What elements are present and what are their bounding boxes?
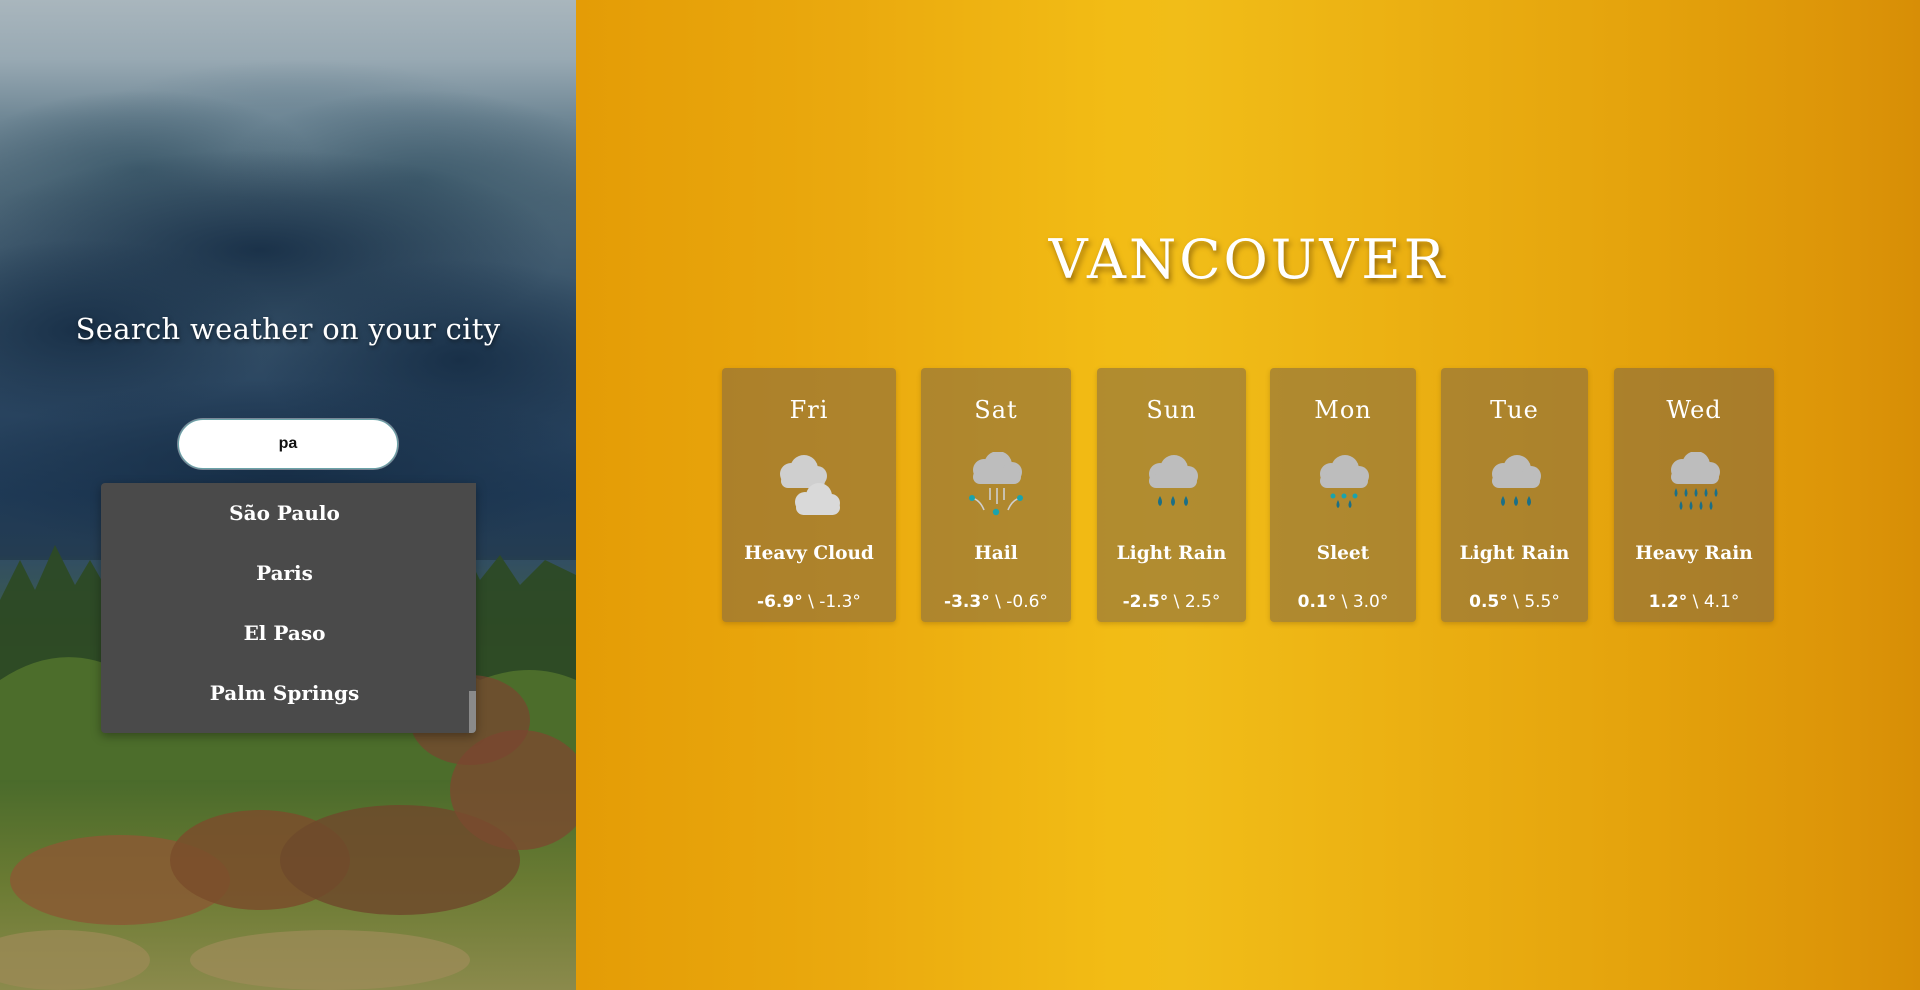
dropdown-scrollbar-thumb[interactable] bbox=[469, 691, 476, 733]
sleet-icon bbox=[1320, 455, 1369, 508]
condition-label: Heavy Rain bbox=[1635, 543, 1753, 564]
day-name: Tue bbox=[1490, 396, 1539, 424]
dropdown-scrollbar[interactable] bbox=[468, 483, 476, 733]
forecast-card-sun: Sun Light Rain -2.5° \ 2.5° bbox=[1097, 368, 1246, 622]
condition-label: Sleet bbox=[1316, 543, 1370, 564]
temperature-range: 1.2° \ 4.1° bbox=[1614, 592, 1774, 612]
city-suggestions-dropdown: São Paulo Paris El Paso Palm Springs bbox=[101, 483, 476, 733]
day-name: Fri bbox=[789, 396, 829, 424]
forecast-card-tue: Tue Light Rain 0.5° \ 5.5° bbox=[1441, 368, 1588, 622]
temp-max: -1.3° bbox=[819, 592, 861, 612]
temperature-range: -2.5° \ 2.5° bbox=[1097, 592, 1246, 612]
forecast-card-fri: Fri Heavy Cloud -6.9° \ -1.3° bbox=[722, 368, 896, 622]
temp-separator: \ bbox=[1336, 592, 1353, 612]
search-heading: Search weather on your city bbox=[75, 312, 501, 346]
temp-min: 0.5° bbox=[1469, 592, 1508, 612]
city-name: VANCOUVER bbox=[1048, 228, 1448, 291]
condition-label: Hail bbox=[974, 543, 1018, 564]
suggestion-item-palm-springs[interactable]: Palm Springs bbox=[101, 663, 476, 723]
temp-min: 1.2° bbox=[1648, 592, 1688, 612]
search-panel: Search weather on your city São Paulo Pa… bbox=[0, 0, 576, 990]
heavy-cloud-icon bbox=[780, 455, 840, 515]
day-name: Mon bbox=[1314, 396, 1372, 424]
temp-max: 3.0° bbox=[1352, 592, 1389, 612]
suggestion-item-paris[interactable]: Paris bbox=[101, 543, 476, 603]
city-search-input[interactable] bbox=[178, 419, 398, 469]
light-rain-icon bbox=[1491, 455, 1541, 506]
forecast-list: Fri Heavy Cloud -6.9° \ -1.3° Sat Hail -… bbox=[576, 368, 1920, 622]
temp-min: -6.9° bbox=[757, 592, 803, 612]
temperature-range: -3.3° \ -0.6° bbox=[921, 592, 1071, 612]
condition-label: Light Rain bbox=[1459, 543, 1570, 564]
temp-separator: \ bbox=[1507, 592, 1525, 612]
temperature-range: 0.1° \ 3.0° bbox=[1270, 592, 1416, 612]
condition-label: Light Rain bbox=[1116, 543, 1227, 564]
suggestion-item-el-paso[interactable]: El Paso bbox=[101, 603, 476, 663]
day-name: Sat bbox=[974, 396, 1018, 424]
temp-separator: \ bbox=[1168, 592, 1185, 612]
heavy-rain-icon bbox=[1671, 452, 1720, 510]
temperature-range: -6.9° \ -1.3° bbox=[722, 592, 896, 612]
forecast-card-wed: Wed Heavy Rain 1.2° \ 4.1° bbox=[1614, 368, 1774, 622]
hail-icon bbox=[969, 452, 1023, 516]
temp-max: 5.5° bbox=[1524, 592, 1560, 612]
day-name: Wed bbox=[1666, 396, 1722, 424]
forecast-card-mon: Mon Sleet 0.1° \ 3.0° bbox=[1270, 368, 1416, 622]
temp-max: 4.1° bbox=[1703, 592, 1740, 612]
light-rain-icon bbox=[1148, 455, 1198, 506]
temp-max: -0.6° bbox=[1006, 592, 1048, 612]
temp-min: 0.1° bbox=[1297, 592, 1337, 612]
temp-separator: \ bbox=[802, 592, 820, 612]
temperature-range: 0.5° \ 5.5° bbox=[1441, 592, 1588, 612]
forecast-panel: VANCOUVER Fri Heavy Cloud -6.9° \ -1.3° … bbox=[576, 0, 1920, 990]
temp-separator: \ bbox=[1687, 592, 1704, 612]
temp-min: -3.3° bbox=[944, 592, 990, 612]
day-name: Sun bbox=[1146, 396, 1197, 424]
temp-min: -2.5° bbox=[1122, 592, 1169, 612]
weather-app: Search weather on your city São Paulo Pa… bbox=[0, 0, 1920, 990]
forecast-card-sat: Sat Hail -3.3° \ -0.6° bbox=[921, 368, 1071, 622]
suggestion-item-sao-paulo[interactable]: São Paulo bbox=[101, 483, 476, 543]
condition-label: Heavy Cloud bbox=[744, 543, 874, 564]
temp-max: 2.5° bbox=[1184, 592, 1221, 612]
temp-separator: \ bbox=[989, 592, 1007, 612]
